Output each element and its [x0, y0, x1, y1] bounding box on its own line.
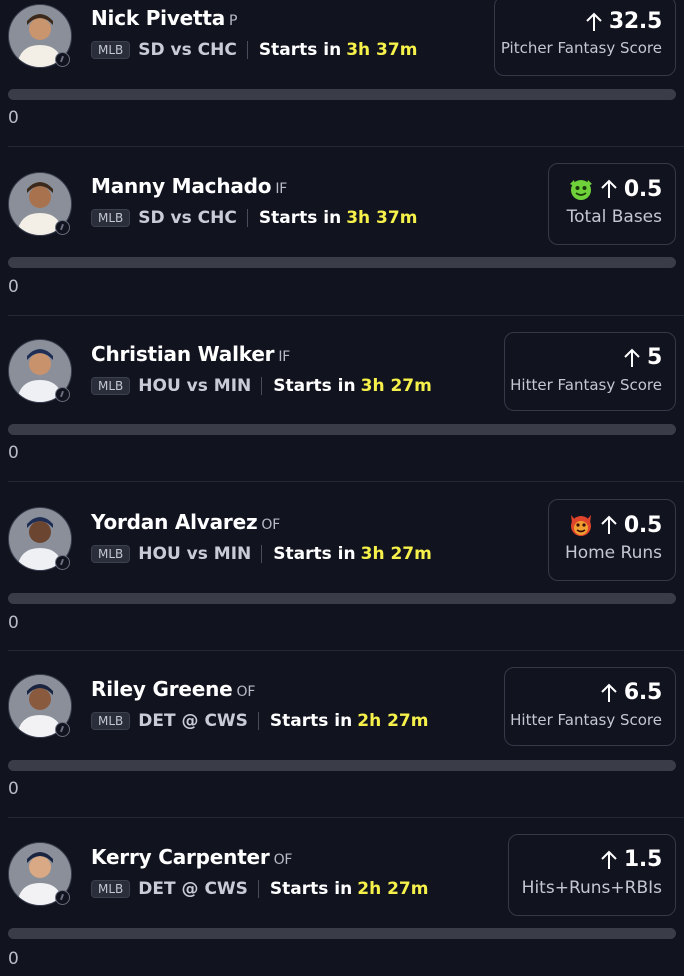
- stat-label: Home Runs: [564, 543, 662, 563]
- league-badge: MLB: [91, 377, 131, 395]
- progress-bar: [8, 257, 676, 268]
- info-icon[interactable]: [55, 722, 70, 737]
- info-icon[interactable]: [55, 387, 70, 402]
- stat-label: Hitter Fantasy Score: [510, 376, 662, 394]
- arrow-up-icon: [624, 348, 640, 367]
- player-card[interactable]: Riley Greene OF MLB DET @ CWS Starts in 2…: [0, 667, 684, 818]
- projection-value: 6.5: [623, 680, 662, 705]
- league-badge: MLB: [91, 209, 131, 227]
- player-card[interactable]: Nick Pivetta P MLB SD vs CHC Starts in 3h…: [0, 0, 684, 147]
- player-name: Riley Greene OF: [91, 677, 256, 701]
- projection-box[interactable]: 32.5 Pitcher Fantasy Score: [494, 0, 676, 76]
- matchup: HOU vs MIN: [138, 544, 252, 564]
- pick-count: 0: [8, 779, 19, 799]
- stat-label: Total Bases: [566, 207, 662, 227]
- player-name: Manny Machado IF: [91, 174, 288, 198]
- info-icon[interactable]: [55, 52, 70, 67]
- starts-label: Starts in: [273, 544, 356, 564]
- progress-bar: [8, 928, 676, 939]
- starts-label: Starts in: [273, 376, 356, 396]
- projection-value: 1.5: [623, 847, 662, 872]
- league-badge: MLB: [91, 41, 131, 59]
- player-position: OF: [273, 852, 293, 868]
- projection-value: 0.5: [623, 512, 662, 538]
- player-name: Nick Pivetta P: [91, 6, 238, 30]
- divider: [246, 41, 248, 59]
- divider: [261, 377, 263, 395]
- stat-label: Pitcher Fantasy Score: [500, 39, 662, 57]
- info-icon[interactable]: [55, 890, 70, 905]
- player-name: Yordan Alvarez OF: [91, 510, 281, 534]
- projection-box[interactable]: 5 Hitter Fantasy Score: [504, 332, 676, 411]
- starts-time: 3h 27m: [360, 376, 432, 396]
- projection-box[interactable]: 1.5 Hits+Runs+RBIs: [508, 834, 676, 916]
- progress-bar: [8, 89, 676, 100]
- pick-count: 0: [8, 277, 19, 297]
- progress-bar: [8, 424, 676, 435]
- matchup: DET @ CWS: [138, 711, 248, 731]
- projection-box[interactable]: 0.5 Total Bases: [548, 163, 676, 245]
- goblin-icon: [569, 180, 592, 200]
- league-badge: MLB: [91, 545, 131, 563]
- divider: [8, 481, 684, 482]
- league-badge: MLB: [91, 880, 131, 898]
- divider: [8, 146, 684, 147]
- pick-count: 0: [8, 443, 19, 463]
- starts-time: 3h 37m: [346, 40, 418, 60]
- arrow-up-icon: [601, 515, 617, 534]
- arrow-up-icon: [601, 683, 617, 702]
- divider: [8, 315, 684, 316]
- matchup: HOU vs MIN: [138, 376, 252, 396]
- player-position: OF: [261, 517, 281, 533]
- matchup: SD vs CHC: [138, 208, 237, 228]
- player-name: Christian Walker IF: [91, 342, 291, 366]
- player-position: IF: [275, 181, 288, 197]
- arrow-up-icon: [586, 12, 602, 31]
- starts-label: Starts in: [258, 208, 342, 228]
- starts-label: Starts in: [269, 711, 353, 731]
- player-position: OF: [236, 684, 256, 700]
- divider: [8, 650, 684, 651]
- pick-count: 0: [8, 108, 19, 128]
- divider: [246, 209, 248, 227]
- matchup: DET @ CWS: [138, 879, 248, 899]
- info-icon[interactable]: [55, 555, 70, 570]
- player-name: Kerry Carpenter OF: [91, 845, 293, 869]
- starts-label: Starts in: [258, 40, 342, 60]
- player-card[interactable]: Christian Walker IF MLB HOU vs MIN Starts…: [0, 332, 684, 482]
- starts-time: 2h 27m: [357, 711, 429, 731]
- divider: [257, 712, 259, 730]
- progress-bar: [8, 760, 676, 771]
- demon-icon: [570, 515, 591, 536]
- matchup: SD vs CHC: [138, 40, 237, 60]
- divider: [261, 545, 263, 563]
- arrow-up-icon: [601, 850, 617, 869]
- info-icon[interactable]: [55, 220, 70, 235]
- league-badge: MLB: [91, 712, 131, 730]
- starts-time: 3h 37m: [346, 208, 418, 228]
- pick-count: 0: [8, 949, 19, 969]
- starts-time: 3h 27m: [360, 544, 432, 564]
- player-position: P: [229, 13, 238, 29]
- projection-box[interactable]: 6.5 Hitter Fantasy Score: [504, 667, 676, 746]
- pick-count: 0: [8, 613, 19, 633]
- projection-value: 32.5: [608, 9, 662, 34]
- projection-value: 5: [646, 345, 662, 370]
- starts-label: Starts in: [269, 879, 353, 899]
- starts-time: 2h 27m: [357, 879, 429, 899]
- arrow-up-icon: [601, 179, 617, 198]
- player-position: IF: [278, 349, 291, 365]
- player-card[interactable]: Manny Machado IF MLB SD vs CHC Starts in …: [0, 163, 684, 316]
- player-card[interactable]: Yordan Alvarez OF MLB HOU vs MIN Starts i…: [0, 499, 684, 651]
- projection-value: 0.5: [623, 176, 662, 202]
- divider: [8, 817, 684, 818]
- stat-label: Hitter Fantasy Score: [510, 711, 662, 729]
- progress-bar: [8, 593, 676, 604]
- stat-label: Hits+Runs+RBIs: [521, 878, 662, 898]
- player-card[interactable]: Kerry Carpenter OF MLB DET @ CWS Starts i…: [0, 834, 684, 976]
- projection-box[interactable]: 0.5 Home Runs: [548, 499, 676, 581]
- divider: [257, 880, 259, 898]
